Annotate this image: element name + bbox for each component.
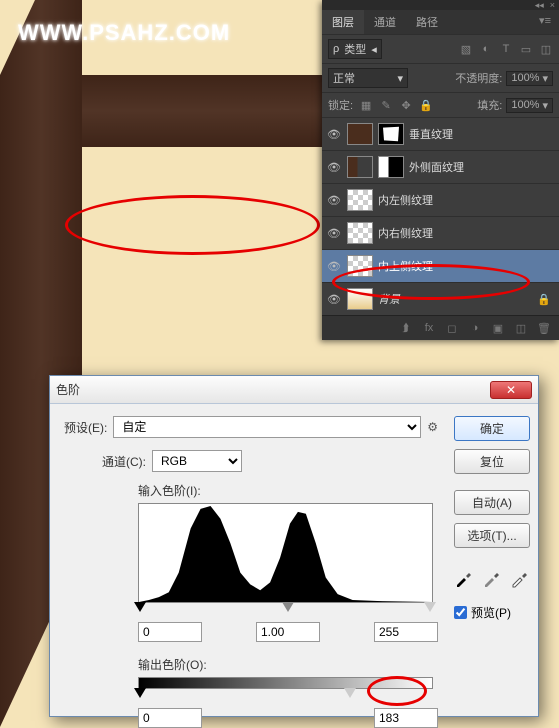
annotation-ellipse-canvas [65, 195, 320, 255]
gear-icon[interactable]: ⚙ [427, 420, 438, 434]
tab-layers[interactable]: 图层 [322, 10, 364, 34]
layer-item[interactable]: 👁 外侧面纹理 [322, 150, 559, 183]
panel-controls: ◂◂ × [322, 0, 559, 10]
layer-mask-thumb[interactable] [378, 156, 404, 178]
layer-item[interactable]: 👁 垂直纹理 [322, 117, 559, 150]
new-layer-icon[interactable]: ◫ [514, 321, 528, 335]
preview-label: 预览(P) [471, 604, 511, 621]
dialog-titlebar[interactable]: 色阶 ✕ [50, 376, 538, 404]
lock-icon: 🔒 [537, 293, 555, 306]
opacity-value[interactable]: 100% ▾ [506, 71, 553, 86]
lock-row: 锁定: ▦ ✎ ✥ 🔒 填充: 100% ▾ [322, 92, 559, 117]
mask-icon[interactable]: ◻ [445, 321, 459, 335]
annotation-ellipse-output [367, 676, 427, 706]
layer-item[interactable]: 👁 内右侧纹理 [322, 216, 559, 249]
link-icon[interactable]: ⮭ [399, 321, 413, 335]
preset-select[interactable]: 自定 [113, 416, 421, 438]
output-black-handle[interactable] [134, 688, 146, 698]
layer-item[interactable]: 👁 内左侧纹理 [322, 183, 559, 216]
output-levels-label: 输出色阶(O): [138, 656, 438, 673]
dialog-title: 色阶 [56, 381, 80, 398]
preview-checkbox-row[interactable]: 预览(P) [454, 604, 530, 621]
visibility-icon[interactable]: 👁 [326, 260, 342, 273]
levels-dialog: 色阶 ✕ 预设(E): 自定 ⚙ 通道(C): RGB 输入色阶(I): [49, 375, 539, 717]
lock-move-icon[interactable]: ✥ [399, 98, 413, 112]
layer-thumb[interactable] [347, 189, 373, 211]
input-slider[interactable] [138, 602, 437, 616]
collapse-icon[interactable]: ◂◂ [535, 0, 544, 11]
lock-label: 锁定: [328, 97, 353, 113]
ok-button[interactable]: 确定 [454, 416, 530, 441]
filter-smart-icon[interactable]: ◫ [539, 42, 553, 56]
close-button[interactable]: ✕ [490, 381, 532, 399]
input-mid-field[interactable] [256, 622, 320, 642]
black-point-handle[interactable] [134, 602, 146, 612]
panel-tabs: 图层 通道 路径 ▾≡ [322, 10, 559, 34]
filter-row: ρ 类型 ◂ ▧ ◐ T ▭ ◫ [322, 34, 559, 63]
layers-footer: ⮭ fx ◻ ◑ ▣ ◫ 🗑 [322, 315, 559, 340]
output-white-field[interactable] [374, 708, 438, 728]
visibility-icon[interactable]: 👁 [326, 194, 342, 207]
layer-name[interactable]: 垂直纹理 [409, 126, 555, 142]
tab-channels[interactable]: 通道 [364, 10, 406, 34]
channel-select[interactable]: RGB [152, 450, 242, 472]
auto-button[interactable]: 自动(A) [454, 490, 530, 515]
annotation-ellipse-layer [332, 264, 530, 300]
lock-all-icon[interactable]: 🔒 [419, 98, 433, 112]
fx-icon[interactable]: fx [422, 321, 436, 335]
group-icon[interactable]: ▣ [491, 321, 505, 335]
cancel-button[interactable]: 复位 [454, 449, 530, 474]
layer-name[interactable]: 内右侧纹理 [378, 225, 555, 241]
input-white-field[interactable] [374, 622, 438, 642]
filter-type-icon[interactable]: T [499, 42, 513, 56]
layer-thumb[interactable] [347, 156, 373, 178]
eyedropper-gray-icon[interactable] [482, 568, 502, 588]
visibility-icon[interactable]: 👁 [326, 128, 342, 141]
preset-label: 预设(E): [64, 419, 107, 436]
gray-point-handle[interactable] [282, 602, 294, 612]
histogram [138, 503, 433, 603]
opacity-label: 不透明度: [455, 70, 502, 86]
blend-mode-select[interactable]: 正常▾ [328, 68, 408, 88]
watermark-text: WWW.PSAHZ.COM [18, 20, 230, 46]
output-white-handle[interactable] [344, 688, 356, 698]
layer-mask-thumb[interactable] [378, 123, 404, 145]
preview-checkbox[interactable] [454, 606, 467, 619]
layer-name[interactable]: 外侧面纹理 [409, 159, 555, 175]
options-button[interactable]: 选项(T)... [454, 523, 530, 548]
filter-kind-select[interactable]: ρ 类型 ◂ [328, 39, 382, 59]
input-levels-label: 输入色阶(I): [138, 482, 438, 499]
lock-paint-icon[interactable]: ✎ [379, 98, 393, 112]
white-point-handle[interactable] [424, 602, 436, 612]
delete-icon[interactable]: 🗑 [537, 321, 551, 335]
filter-image-icon[interactable]: ▧ [459, 42, 473, 56]
visibility-icon[interactable]: 👁 [326, 227, 342, 240]
filter-shape-icon[interactable]: ▭ [519, 42, 533, 56]
lock-transparent-icon[interactable]: ▦ [359, 98, 373, 112]
fill-value[interactable]: 100% ▾ [506, 98, 553, 113]
input-black-field[interactable] [138, 622, 202, 642]
panel-menu-icon[interactable]: ▾≡ [531, 10, 559, 34]
channel-label: 通道(C): [102, 453, 146, 470]
layer-thumb[interactable] [347, 222, 373, 244]
fill-label: 填充: [477, 97, 502, 113]
tab-paths[interactable]: 路径 [406, 10, 448, 34]
layer-name[interactable]: 内左侧纹理 [378, 192, 555, 208]
blend-row: 正常▾ 不透明度: 100% ▾ [322, 63, 559, 92]
visibility-icon[interactable]: 👁 [326, 293, 342, 306]
adjustment-icon[interactable]: ◑ [468, 321, 482, 335]
visibility-icon[interactable]: 👁 [326, 161, 342, 174]
eyedropper-white-icon[interactable] [510, 568, 530, 588]
filter-adjust-icon[interactable]: ◐ [479, 42, 493, 56]
close-icon[interactable]: × [550, 0, 555, 10]
layer-thumb[interactable] [347, 123, 373, 145]
eyedropper-black-icon[interactable] [454, 568, 474, 588]
output-black-field[interactable] [138, 708, 202, 728]
